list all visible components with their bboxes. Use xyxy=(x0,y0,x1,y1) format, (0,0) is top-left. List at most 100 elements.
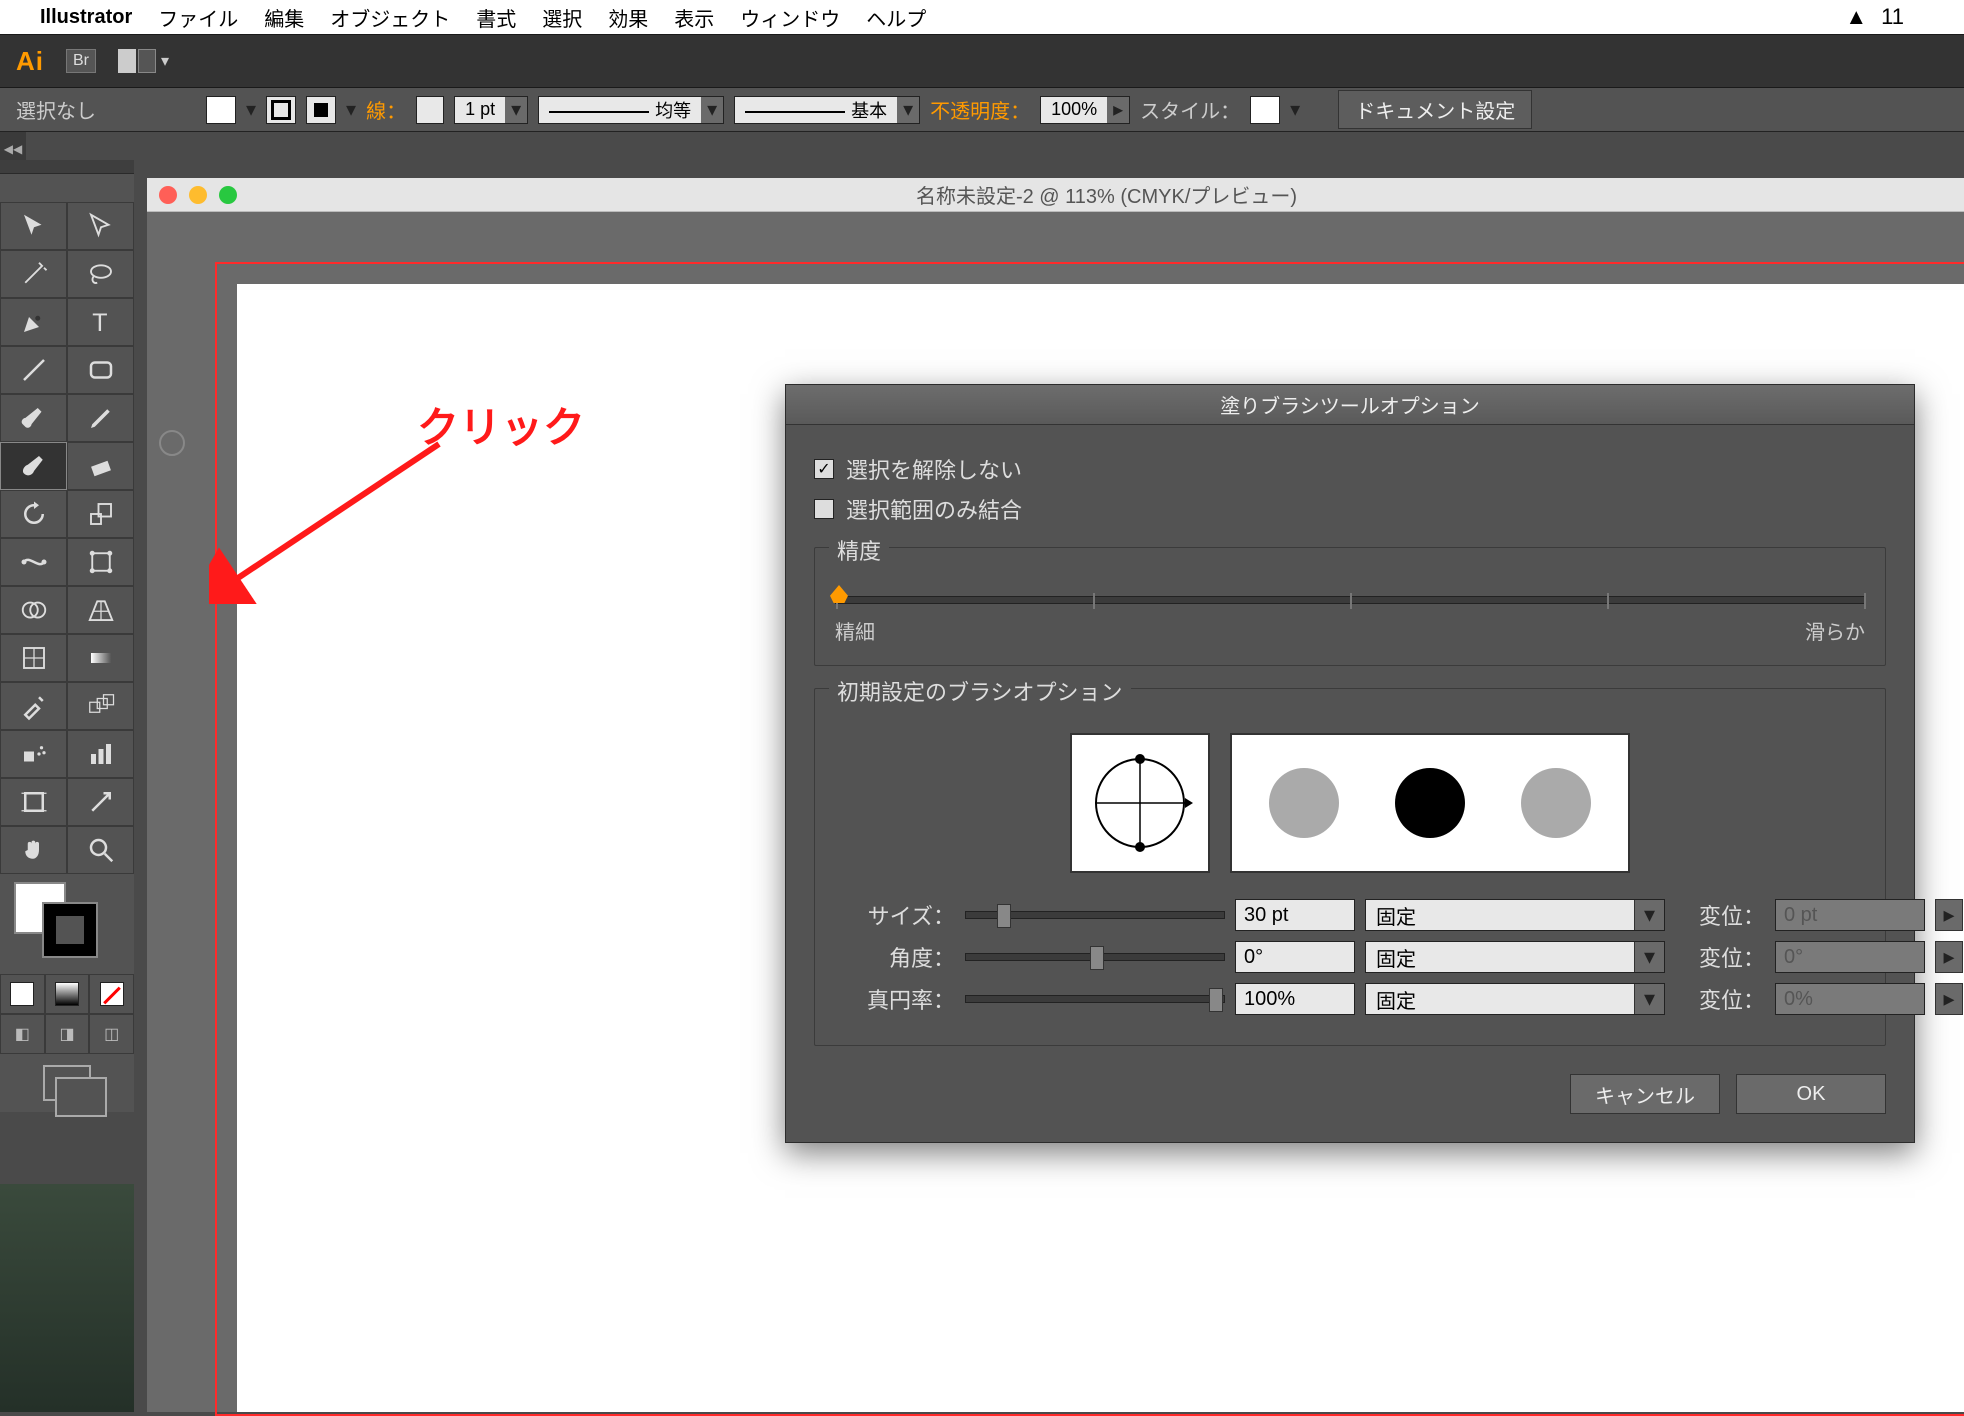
roundness-mode-dropdown[interactable]: 固定▾ xyxy=(1365,983,1665,1015)
size-slider[interactable] xyxy=(965,911,1225,919)
document-titlebar[interactable]: 名称未設定-2 @ 113% (CMYK/プレビュー) xyxy=(147,178,1964,212)
ok-button[interactable]: OK xyxy=(1736,1074,1886,1114)
roundness-input[interactable]: 100% xyxy=(1235,983,1355,1015)
screen-mode-button[interactable] xyxy=(0,1054,134,1112)
draw-behind-button[interactable]: ◨ xyxy=(45,1014,90,1054)
profile-label: 基本 xyxy=(851,101,887,121)
menu-window[interactable]: ウィンドウ xyxy=(740,3,840,32)
none-mode-button[interactable] xyxy=(89,974,134,1014)
canvas[interactable]: クリック 塗りブラシツールオプション ✓ 選択を解除しない 選択範囲のみ結合 xyxy=(215,212,1964,1412)
fill-swatch[interactable] xyxy=(206,96,236,124)
blob-brush-tool[interactable] xyxy=(0,442,67,490)
menu-object[interactable]: オブジェクト xyxy=(330,3,450,32)
pen-tool[interactable] xyxy=(0,298,67,346)
stroke-swatch-alt[interactable] xyxy=(306,96,336,124)
adobe-a-icon[interactable]: ▲ xyxy=(1845,4,1867,30)
menu-edit[interactable]: 編集 xyxy=(264,3,304,32)
pencil-tool[interactable] xyxy=(67,394,134,442)
eraser-tool[interactable] xyxy=(67,442,134,490)
angle-input[interactable]: 0° xyxy=(1235,941,1355,973)
cancel-button[interactable]: キャンセル xyxy=(1570,1074,1720,1114)
chevron-down-icon[interactable]: ▾ xyxy=(246,97,256,122)
keep-selected-checkbox[interactable]: ✓ xyxy=(814,459,834,479)
gradient-mode-button[interactable] xyxy=(45,974,90,1014)
menu-type[interactable]: 書式 xyxy=(476,3,516,32)
scale-tool[interactable] xyxy=(67,490,134,538)
window-zoom-icon[interactable] xyxy=(219,186,237,204)
size-input[interactable]: 30 pt xyxy=(1235,899,1355,931)
chevron-down-icon: ▾ xyxy=(1634,984,1664,1014)
chevron-down-icon: ▾ xyxy=(897,97,919,123)
hand-tool[interactable] xyxy=(0,826,67,874)
menu-select[interactable]: 選択 xyxy=(542,3,582,32)
app-name[interactable]: Illustrator xyxy=(40,6,132,29)
width-tool[interactable] xyxy=(0,538,67,586)
precision-slider-thumb[interactable] xyxy=(830,585,848,603)
line-tool[interactable] xyxy=(0,346,67,394)
merge-only-checkbox[interactable] xyxy=(814,499,834,519)
document-window: 名称未設定-2 @ 113% (CMYK/プレビュー) クリック 塗りブラシツー… xyxy=(147,178,1964,1412)
draw-normal-button[interactable]: ◧ xyxy=(0,1014,45,1054)
zoom-tool[interactable] xyxy=(67,826,134,874)
brush-cursor-icon xyxy=(159,430,185,456)
color-mode-button[interactable] xyxy=(0,974,45,1014)
macos-menubar: Illustrator ファイル 編集 オブジェクト 書式 選択 効果 表示 ウ… xyxy=(0,0,1964,34)
lasso-tool[interactable] xyxy=(67,250,134,298)
selection-tool[interactable] xyxy=(0,202,67,250)
document-setup-button[interactable]: ドキュメント設定 xyxy=(1338,90,1532,129)
svg-text:T: T xyxy=(92,309,107,337)
angle-slider[interactable] xyxy=(965,953,1225,961)
stroke-dash-dropdown[interactable]: 均等▾ xyxy=(538,96,724,124)
direct-selection-tool[interactable] xyxy=(67,202,134,250)
menu-help[interactable]: ヘルプ xyxy=(866,3,926,32)
roundness-slider[interactable] xyxy=(965,995,1225,1003)
blend-tool[interactable] xyxy=(67,682,134,730)
precision-max-label: 滑らか xyxy=(1805,616,1865,645)
gradient-tool[interactable] xyxy=(67,634,134,682)
type-tool[interactable]: T xyxy=(67,298,134,346)
selection-status: 選択なし xyxy=(16,95,96,124)
slice-tool[interactable] xyxy=(67,778,134,826)
eyedropper-tool[interactable] xyxy=(0,682,67,730)
size-mode-dropdown[interactable]: 固定▾ xyxy=(1365,899,1665,931)
menu-file[interactable]: ファイル xyxy=(158,3,238,32)
draw-inside-button[interactable]: ◫ xyxy=(89,1014,134,1054)
stroke-weight-stepper[interactable] xyxy=(416,96,444,124)
artboard-tool[interactable] xyxy=(0,778,67,826)
artboard[interactable]: クリック 塗りブラシツールオプション ✓ 選択を解除しない 選択範囲のみ結合 xyxy=(237,284,1964,1412)
brush-angle-preview[interactable] xyxy=(1070,733,1210,873)
chevron-down-icon[interactable]: ▾ xyxy=(346,97,356,122)
rotate-tool[interactable] xyxy=(0,490,67,538)
paintbrush-tool[interactable] xyxy=(0,394,67,442)
column-graph-tool[interactable] xyxy=(67,730,134,778)
stroke-swatch[interactable] xyxy=(266,96,296,124)
stroke-profile-dropdown[interactable]: 基本 ▾ xyxy=(734,96,920,124)
style-swatch[interactable] xyxy=(1250,96,1280,124)
precision-slider[interactable] xyxy=(835,596,1865,604)
perspective-grid-tool[interactable] xyxy=(67,586,134,634)
rectangle-tool[interactable] xyxy=(67,346,134,394)
menu-view[interactable]: 表示 xyxy=(674,3,714,32)
chevron-down-icon: ▾ xyxy=(161,51,169,71)
fill-stroke-control[interactable] xyxy=(0,874,134,974)
window-minimize-icon[interactable] xyxy=(189,186,207,204)
workspace-layout-button[interactable]: ▾ xyxy=(118,49,169,73)
opacity-dropdown[interactable]: 100%▸ xyxy=(1040,96,1130,124)
size-variation-input: 0 pt xyxy=(1775,899,1925,931)
menu-effect[interactable]: 効果 xyxy=(608,3,648,32)
magic-wand-tool[interactable] xyxy=(0,250,67,298)
angle-mode-dropdown[interactable]: 固定▾ xyxy=(1365,941,1665,973)
precision-legend: 精度 xyxy=(829,534,889,566)
mesh-tool[interactable] xyxy=(0,634,67,682)
bridge-button[interactable]: Br xyxy=(66,49,96,73)
stroke-color[interactable] xyxy=(44,904,96,956)
ai-app-icon: Ai xyxy=(16,46,44,77)
free-transform-tool[interactable] xyxy=(67,538,134,586)
stroke-weight-dropdown[interactable]: 1 pt▾ xyxy=(454,96,528,124)
shape-builder-tool[interactable] xyxy=(0,586,67,634)
toolbox-grabber[interactable] xyxy=(0,160,134,174)
chevron-down-icon[interactable]: ▾ xyxy=(1290,97,1300,122)
toolbox: T ◧ ◨ ◫ xyxy=(0,160,134,1112)
window-close-icon[interactable] xyxy=(159,186,177,204)
symbol-sprayer-tool[interactable] xyxy=(0,730,67,778)
